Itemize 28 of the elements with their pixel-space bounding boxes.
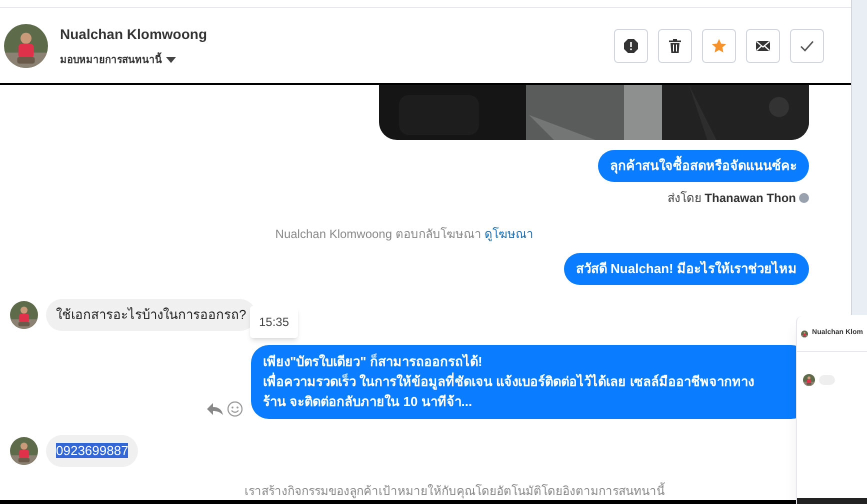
- avatar: [4, 24, 48, 68]
- contact-name: Nualchan Klomwoong: [60, 24, 207, 44]
- avatar: [10, 437, 38, 465]
- emoji-icon[interactable]: [227, 401, 243, 417]
- avatar: [803, 374, 815, 386]
- sent-by-label: ส่งโดย: [668, 190, 702, 207]
- message-bubble: ลุกค้าสนใจซื้อสดหรือจัดแนนซ์คะ: [598, 150, 809, 182]
- help-icon: [799, 193, 809, 203]
- done-button[interactable]: [790, 28, 824, 62]
- avatar: [10, 301, 38, 329]
- message-bubble: 0923699887: [46, 435, 138, 467]
- star-button[interactable]: [702, 28, 736, 62]
- report-button[interactable]: [614, 28, 648, 62]
- scrollbar-track[interactable]: [851, 0, 867, 315]
- activity-note: เราสร้างกิจกรรมของลูกค้าเป้าหมายให้กับคุณโดยอัตโนมัติโดยอิงตามการสนทนานี้: [244, 482, 664, 500]
- agent-name: Thanawan Thon: [704, 190, 796, 207]
- system-note: Nualchan Klomwoong ตอบกลับโฆษณา: [275, 227, 482, 241]
- caret-icon: [166, 57, 176, 63]
- time-tooltip: 15:35: [250, 306, 298, 338]
- assign-dropdown[interactable]: มอบหมายการสนทนานี้: [60, 52, 207, 68]
- message-bubble: สวัสดี Nualchan! มีอะไรให้เราช่วยไหม: [564, 253, 809, 285]
- star-icon: [711, 38, 727, 54]
- reply-icon[interactable]: [207, 402, 223, 416]
- mail-button[interactable]: [746, 28, 780, 62]
- ad-link[interactable]: ดูโฆษณา: [484, 227, 534, 241]
- delete-button[interactable]: [658, 28, 692, 62]
- trash-icon: [667, 38, 683, 54]
- alert-icon: [623, 38, 639, 54]
